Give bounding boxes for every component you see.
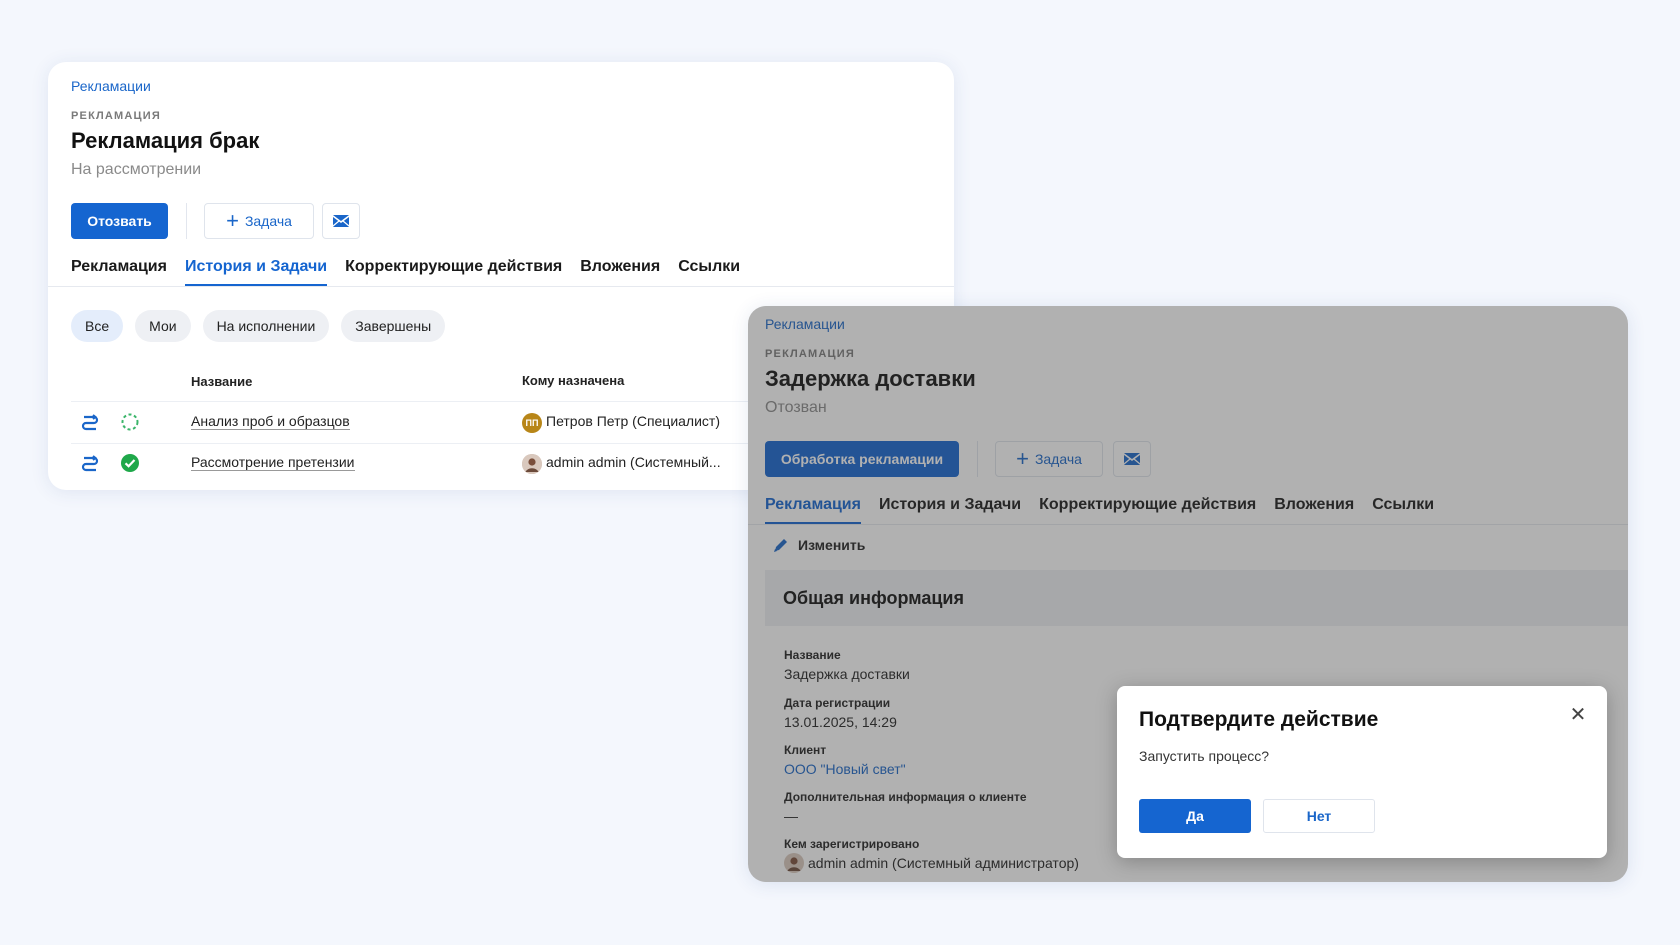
add-task-button[interactable]: + Задача	[204, 203, 314, 239]
avatar	[522, 454, 542, 474]
tab-corrective-actions[interactable]: Корректирующие действия	[345, 258, 562, 286]
task-name[interactable]: Анализ проб и образцов	[191, 413, 350, 430]
tab-attachments[interactable]: Вложения	[580, 258, 660, 286]
avatar: ПП	[522, 413, 542, 433]
task-name[interactable]: Рассмотрение претензии	[191, 454, 355, 471]
task-assignee: admin admin (Системный...	[546, 454, 721, 470]
record-type: РЕКЛАМАЦИЯ	[71, 110, 162, 122]
tab-history-tasks[interactable]: История и Задачи	[184, 258, 328, 286]
column-header-name[interactable]: Название	[191, 374, 252, 389]
check-icon	[121, 454, 139, 472]
mail-icon	[332, 215, 350, 227]
progress-icon	[121, 413, 139, 431]
revoke-button[interactable]: Отозвать	[71, 203, 168, 239]
confirm-yes-button[interactable]: Да	[1139, 799, 1251, 833]
workflow-icon	[81, 414, 99, 431]
page-title: Рекламация брак	[71, 128, 260, 153]
breadcrumb[interactable]: Рекламации	[71, 78, 151, 94]
status-text: На рассмотрении	[71, 161, 202, 178]
send-mail-button[interactable]	[322, 203, 360, 239]
workflow-icon	[81, 455, 99, 472]
confirm-dialog: Подтвердите действие ✕ Запустить процесс…	[1117, 686, 1607, 858]
toolbar-divider	[186, 203, 187, 239]
filter-chip-mine[interactable]: Мои	[135, 310, 191, 342]
tab-bar: Рекламация История и Задачи Корректирующ…	[71, 258, 740, 286]
close-icon[interactable]: ✕	[1567, 704, 1589, 726]
filter-chip-in-progress[interactable]: На исполнении	[202, 310, 330, 342]
tab-links[interactable]: Ссылки	[678, 258, 740, 286]
tab-divider	[48, 286, 954, 287]
tab-claim[interactable]: Рекламация	[71, 258, 167, 286]
task-assignee: Петров Петр (Специалист)	[546, 413, 720, 429]
dialog-title: Подтвердите действие	[1139, 708, 1379, 731]
dialog-message: Запустить процесс?	[1139, 748, 1270, 764]
confirm-no-button[interactable]: Нет	[1263, 799, 1375, 833]
add-task-label: Задача	[244, 213, 292, 229]
column-header-assignee[interactable]: Кому назначена	[522, 373, 624, 388]
filter-chip-all[interactable]: Все	[71, 310, 124, 342]
filter-chip-completed[interactable]: Завершены	[341, 310, 446, 342]
task-filter-chips: Все Мои На исполнении Завершены	[71, 310, 446, 342]
plus-icon: +	[226, 208, 239, 233]
